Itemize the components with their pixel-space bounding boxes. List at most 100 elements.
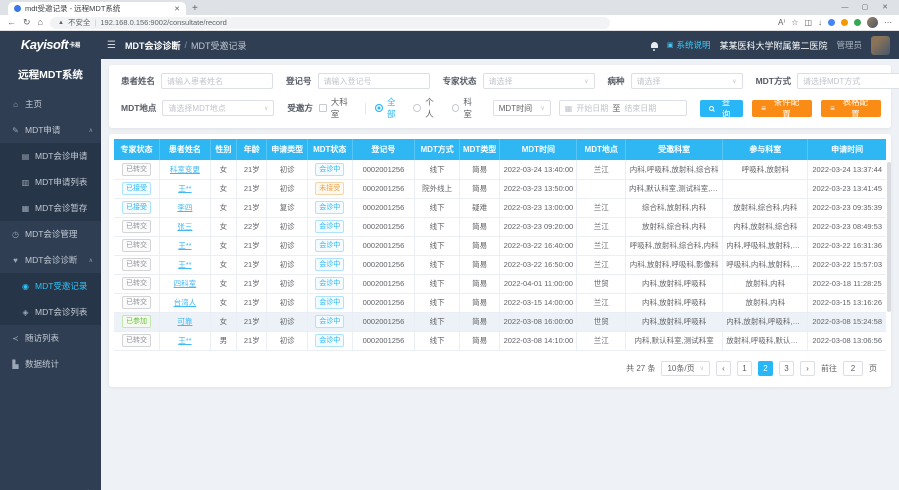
sidebar-item-mdt-consult-list[interactable]: ◈ MDT会诊列表	[0, 299, 101, 325]
patient-name-link[interactable]: 王**	[178, 336, 191, 345]
sidebar-item-home[interactable]: ⌂ 主页	[0, 91, 101, 117]
page-button-2[interactable]: 2	[758, 361, 773, 376]
mdt-status-cell: 会诊中	[307, 160, 352, 179]
tab-close-icon[interactable]: ✕	[174, 5, 180, 13]
next-page-button[interactable]: ›	[800, 361, 815, 376]
table-header-cell[interactable]: 患者姓名	[160, 139, 211, 160]
table-row[interactable]: 已参加 可靠 女 21岁 初诊 会诊中 0002001256 线下 简易 202…	[114, 312, 886, 331]
sidebar-item-mdt-manage[interactable]: ◷ MDT会诊管理	[0, 221, 101, 247]
table-row[interactable]: 已转交 四科室 女 21岁 初诊 会诊中 0002001256 线下 简易 20…	[114, 274, 886, 293]
radio-personal[interactable]	[413, 104, 421, 112]
sidebar-item-mdt-apply-list[interactable]: ▥ MDT申请列表	[0, 169, 101, 195]
bell-icon[interactable]	[651, 42, 658, 48]
disease-select[interactable]: 请选择∨	[631, 73, 743, 89]
read-aloud-icon[interactable]: A⁾	[778, 19, 785, 27]
sidebar-item-followup-list[interactable]: ≺ 随访列表	[0, 325, 101, 351]
table-row[interactable]: 已转交 科室变更 女 21岁 初诊 会诊中 0002001256 线下 简易 2…	[114, 160, 886, 179]
table-row[interactable]: 已接受 王** 女 21岁 初诊 未接受 0002001256 院外线上 简易 …	[114, 179, 886, 198]
patient-name-input[interactable]: 请输入患者姓名	[161, 73, 273, 89]
table-header-cell[interactable]: 专家状态	[114, 139, 160, 160]
table-row[interactable]: 已转交 王** 女 21岁 初诊 会诊中 0002001256 线下 简易 20…	[114, 236, 886, 255]
minimize-icon[interactable]: —	[835, 4, 855, 11]
table-header-cell[interactable]: MDT状态	[307, 139, 352, 160]
prev-page-button[interactable]: ‹	[716, 361, 731, 376]
more-menu-icon[interactable]: ⋯	[884, 19, 892, 27]
table-header-cell[interactable]: MDT方式	[415, 139, 460, 160]
table-header-cell[interactable]: 受邀科室	[626, 139, 723, 160]
mdt-status-cell: 会诊中	[307, 255, 352, 274]
table-header-cell[interactable]: 申请类型	[267, 139, 308, 160]
extension-icon[interactable]	[841, 19, 848, 26]
patient-name-link[interactable]: 王**	[178, 241, 191, 250]
table-row[interactable]: 已转交 王** 男 21岁 初诊 会诊中 0002001256 线下 简易 20…	[114, 331, 886, 350]
join-depts-cell: 放射科,内科	[723, 293, 808, 312]
table-header-cell[interactable]: 登记号	[352, 139, 415, 160]
table-config-button[interactable]: ≡表格配置	[821, 100, 881, 117]
mdt-mode-select[interactable]: 请选择MDT方式∨	[797, 73, 899, 89]
sidebar-item-mdt-consult-apply[interactable]: ▤ MDT会诊申请	[0, 143, 101, 169]
table-row[interactable]: 已接受 李四 女 21岁 复诊 会诊中 0002001256 线下 疑难 202…	[114, 198, 886, 217]
table-header-cell[interactable]: 年龄	[237, 139, 267, 160]
expert-status-select[interactable]: 请选择∨	[483, 73, 595, 89]
table-header-cell[interactable]: 参与科室	[723, 139, 808, 160]
reg-no-input[interactable]: 请输入登记号	[318, 73, 430, 89]
table-row[interactable]: 已转交 张三 女 22岁 初诊 会诊中 0002001256 线下 简易 202…	[114, 217, 886, 236]
radio-all[interactable]	[375, 104, 383, 112]
browser-tab[interactable]: mdt受邀记录 - 远程MDT系统 ✕	[8, 2, 186, 15]
patient-name-link[interactable]: 王**	[178, 184, 191, 193]
condition-config-button[interactable]: ≡条件配置	[752, 100, 812, 117]
sidebar-item-mdt-consult-draft[interactable]: ▦ MDT会诊暂存	[0, 195, 101, 221]
extension-icon[interactable]	[828, 19, 835, 26]
sidebar-group-mdt-diagnose[interactable]: ♥ MDT会诊诊断 ∧	[0, 247, 101, 273]
search-button[interactable]: 查询	[700, 100, 744, 117]
new-tab-button[interactable]: +	[192, 3, 198, 15]
browser-profile-avatar[interactable]	[867, 17, 878, 28]
extension-icon[interactable]	[854, 19, 861, 26]
age-cell: 21岁	[237, 236, 267, 255]
date-range-input[interactable]: ▦ 开始日期 至 结束日期	[559, 100, 687, 116]
table-row[interactable]: 已转交 台湾人 女 21岁 初诊 会诊中 0002001256 线下 简易 20…	[114, 293, 886, 312]
patient-name-link[interactable]: 科室变更	[170, 165, 200, 174]
address-bar[interactable]: ▲ 不安全 | 192.168.0.156:9002/consultate/re…	[50, 17, 610, 29]
radio-dept[interactable]	[452, 104, 460, 112]
patient-name-link[interactable]: 张三	[177, 222, 192, 231]
patient-name-link[interactable]: 可靠	[177, 317, 192, 326]
sidebar-item-mdt-invite-record[interactable]: ◉ MDT受邀记录	[0, 273, 101, 299]
mdt-time-select[interactable]: MDT时间∨	[493, 100, 551, 116]
download-icon[interactable]: ↓	[818, 19, 822, 27]
mdt-place-cell	[577, 179, 626, 198]
home-icon[interactable]: ⌂	[38, 18, 43, 27]
scrollbar[interactable]	[887, 162, 891, 312]
maximize-icon[interactable]: ▢	[855, 3, 875, 11]
user-avatar[interactable]	[871, 36, 890, 55]
back-icon[interactable]: ←	[7, 18, 16, 27]
patient-name-link[interactable]: 李四	[177, 203, 192, 212]
table-row[interactable]: 已转交 王** 女 21岁 初诊 会诊中 0002001256 线下 简易 20…	[114, 255, 886, 274]
patient-name-link[interactable]: 王**	[178, 260, 191, 269]
sidebar-group-mdt-apply[interactable]: ✎ MDT申请 ∧	[0, 117, 101, 143]
page-size-select[interactable]: 10条/页∨	[661, 361, 710, 376]
mdt-place-cell: 兰江	[577, 160, 626, 179]
patient-name-link[interactable]: 台湾人	[174, 298, 197, 307]
reload-icon[interactable]: ↻	[23, 18, 31, 27]
mdt-status-cell: 会诊中	[307, 217, 352, 236]
goto-page-input[interactable]: 2	[843, 361, 863, 376]
mdt-place-select[interactable]: 请选择MDT地点∨	[162, 100, 274, 116]
table-header-cell[interactable]: MDT时间	[500, 139, 577, 160]
table-header-cell[interactable]: MDT地点	[577, 139, 626, 160]
page-button-3[interactable]: 3	[779, 361, 794, 376]
table-header-cell[interactable]: 申请时间	[808, 139, 886, 160]
split-screen-icon[interactable]: ◫	[804, 19, 812, 27]
table-header-cell[interactable]: 性别	[210, 139, 236, 160]
sidebar-collapse-icon[interactable]: ☰	[107, 40, 116, 51]
sidebar-group-label: MDT申请	[25, 124, 60, 136]
favorite-icon[interactable]: ☆	[791, 19, 798, 27]
system-help-link[interactable]: ▣系统说明	[667, 39, 711, 51]
filter-expert-status: 专家状态 请选择∨	[443, 73, 595, 89]
table-header-cell[interactable]: MDT类型	[459, 139, 500, 160]
sidebar-item-data-stats[interactable]: ▙ 数据统计	[0, 351, 101, 377]
close-icon[interactable]: ✕	[875, 3, 895, 11]
patient-name-link[interactable]: 四科室	[174, 279, 197, 288]
big-dept-checkbox[interactable]	[319, 104, 327, 112]
page-button-1[interactable]: 1	[737, 361, 752, 376]
